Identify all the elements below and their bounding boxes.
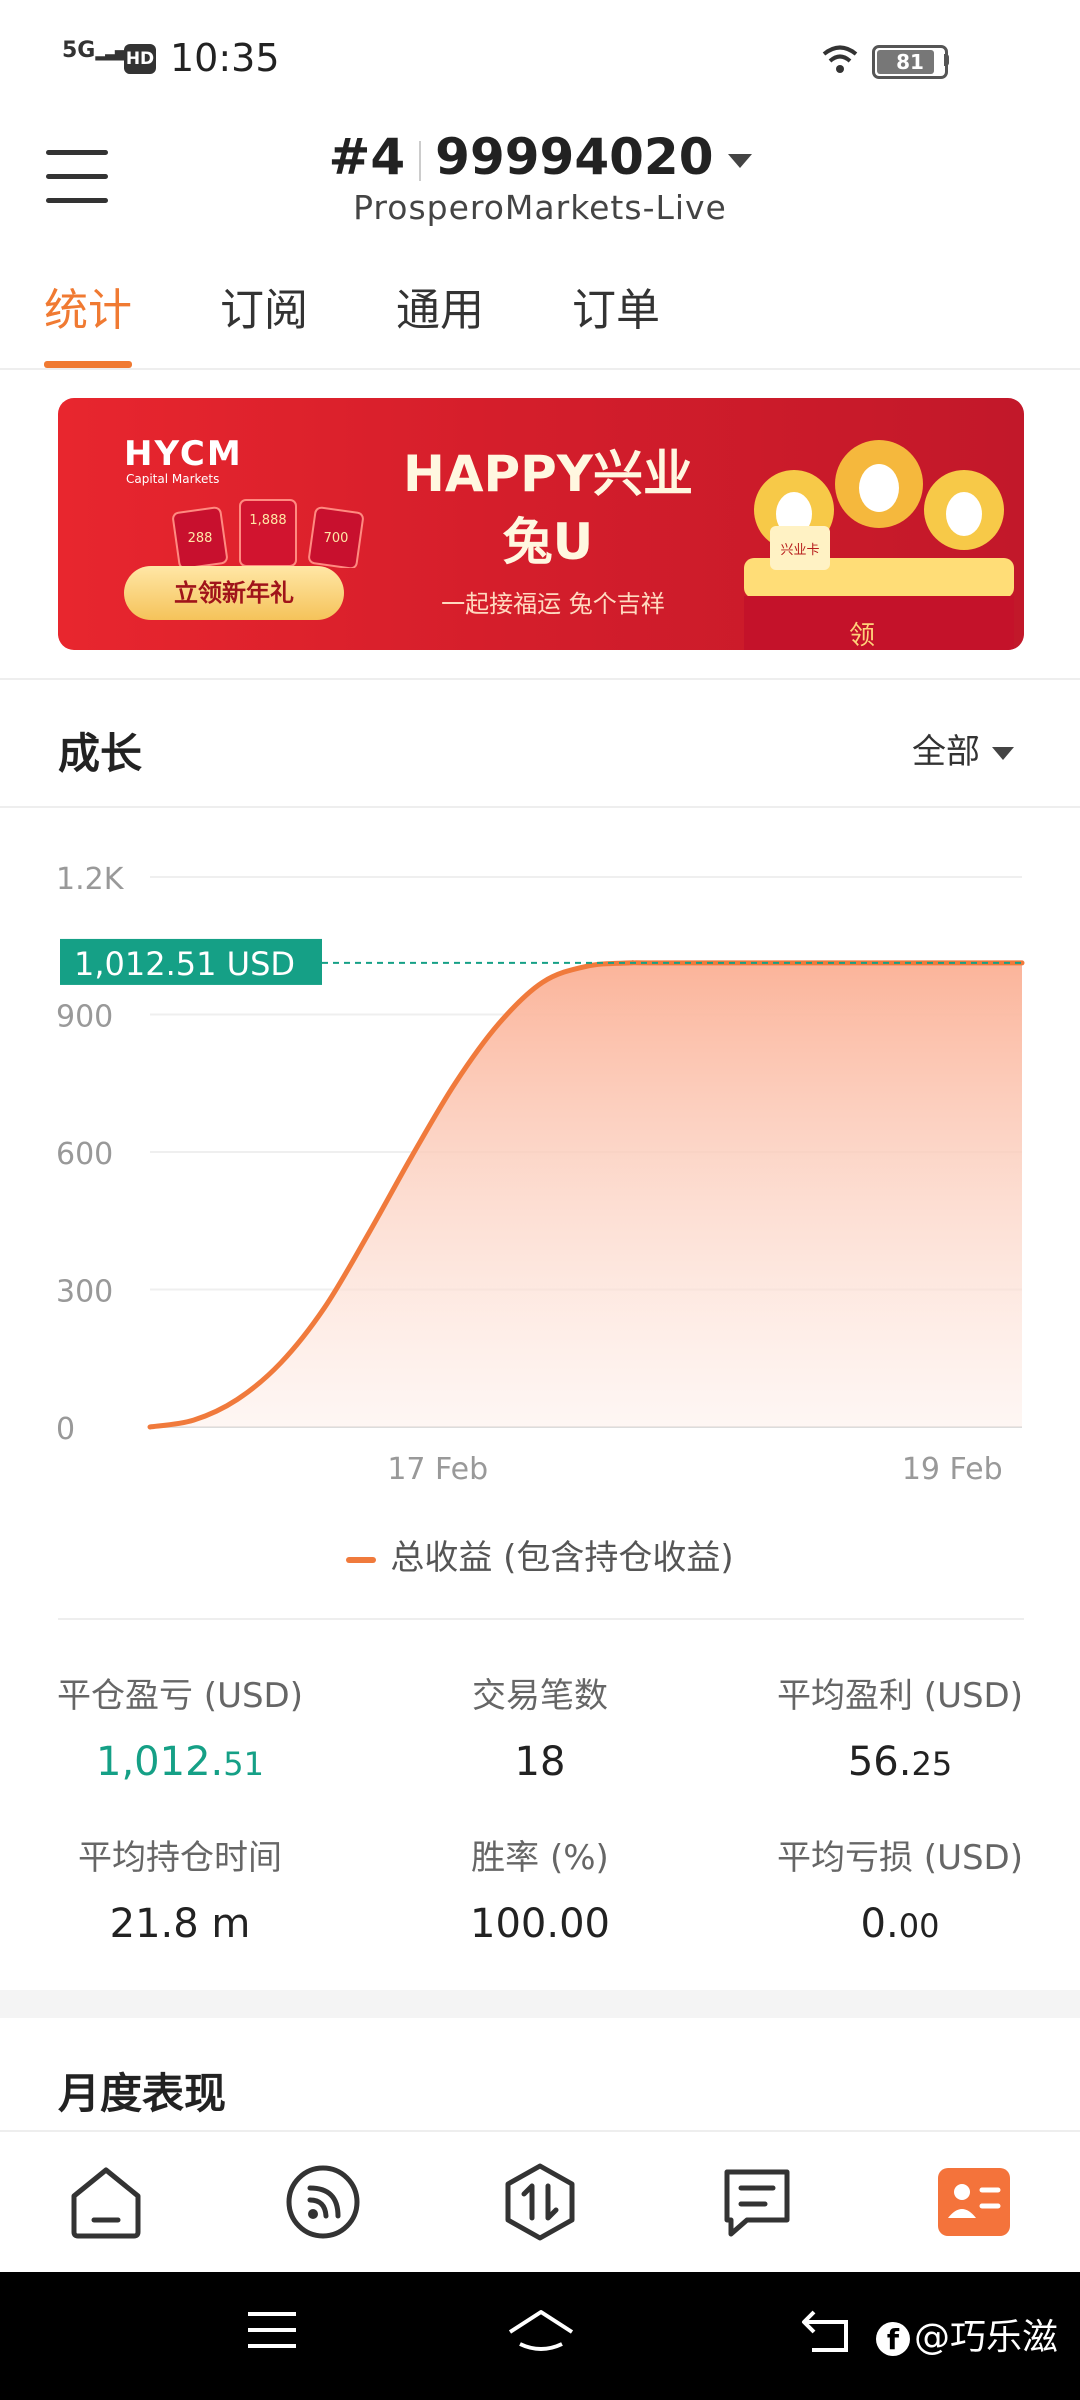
chart-legend: 总收益 (包含持仓收益)	[0, 1530, 1080, 1579]
stat-label: 胜率 (%)	[471, 1838, 609, 1878]
stat-avg-loss: 平均亏损 (USD) 0.00	[720, 1830, 1080, 1947]
facebook-icon: f	[876, 2322, 910, 2356]
red-envelopes-illustration: 288 1,888 700	[172, 499, 364, 568]
banner-title-line2: 兔U	[502, 513, 594, 571]
growth-title: 成长	[58, 729, 143, 778]
stat-value: 1,012.51	[96, 1739, 264, 1785]
account-icon[interactable]	[934, 2162, 1014, 2242]
hd-badge: HD	[124, 44, 156, 74]
gift-box-illustration: 兴业卡 领	[744, 440, 1014, 650]
system-nav-bar: f @巧乐滋	[0, 2272, 1080, 2400]
stat-value: 18	[514, 1739, 566, 1785]
y-tick-label: 600	[56, 1137, 113, 1172]
x-tick-label: 19 Feb	[902, 1452, 1003, 1487]
stat-win-rate: 胜率 (%) 100.00	[360, 1830, 720, 1947]
feed-icon[interactable]	[283, 2162, 363, 2242]
x-tick-label: 17 Feb	[387, 1452, 488, 1487]
signal-icon: 5G▂▃▅	[62, 38, 126, 63]
account-separator	[419, 140, 422, 181]
caret-down-icon	[727, 153, 752, 168]
stat-value: 56.25	[847, 1739, 953, 1785]
bottom-nav	[0, 2130, 1080, 2274]
envelope-value: 700	[324, 531, 349, 546]
recents-icon[interactable]	[244, 2306, 300, 2356]
envelope-value: 1,888	[249, 513, 286, 528]
current-value-label: 1,012.51 USD	[74, 945, 295, 983]
caret-down-icon	[992, 747, 1014, 760]
y-tick-label: 300	[56, 1275, 113, 1310]
envelope-value: 288	[188, 531, 213, 546]
status-time: 10:35	[170, 36, 280, 80]
y-tick-label: 1.2K	[56, 862, 125, 897]
series-area	[150, 962, 1022, 1427]
stat-value: 21.8 m	[109, 1901, 251, 1947]
tab-general[interactable]: 通用	[396, 280, 484, 368]
card-label: 兴业卡	[780, 543, 819, 558]
brand-logo-sub: Capital Markets	[126, 472, 220, 486]
system-home-icon[interactable]	[506, 2306, 576, 2356]
stat-label: 平均盈利 (USD)	[777, 1676, 1023, 1716]
gift-box-text: 领	[849, 621, 875, 650]
tab-label: 通用	[396, 285, 484, 336]
legend-swatch	[346, 1556, 377, 1563]
account-id: 99994020	[435, 128, 714, 186]
divider	[0, 806, 1080, 808]
stat-label: 平均亏损 (USD)	[777, 1838, 1023, 1878]
message-icon[interactable]	[717, 2162, 797, 2242]
stat-avg-profit: 平均盈利 (USD) 56.25	[720, 1668, 1080, 1785]
stat-avg-hold-time: 平均持仓时间 21.8 m	[0, 1830, 360, 1947]
battery-icon: 81	[872, 45, 948, 79]
stat-value: 100.00	[470, 1901, 610, 1947]
y-tick-label: 900	[56, 1000, 113, 1035]
stat-closed-pnl: 平仓盈亏 (USD) 1,012.51	[0, 1668, 360, 1785]
growth-filter-dropdown[interactable]: 全部	[912, 724, 1014, 773]
watermark-text: @巧乐滋	[914, 2317, 1059, 2358]
tab-bar: 统计 订阅 通用 订单	[0, 280, 1080, 370]
account-server: ProsperoMarkets-Live	[353, 188, 727, 227]
tab-label: 订单	[572, 285, 660, 336]
battery-level: 81	[896, 50, 924, 74]
promo-banner[interactable]: HYCM Capital Markets 288 1,888 700 立领新年礼…	[58, 398, 1024, 650]
account-selector[interactable]: #4 99994020 ProsperoMarkets-Live	[0, 128, 1080, 227]
y-tick-label: 0	[56, 1412, 75, 1447]
banner-subtitle: 一起接福运 兔个吉祥	[441, 590, 665, 618]
status-bar: 5G▂▃▅ HD 10:35 81	[0, 0, 1080, 120]
growth-chart: 0 300 600 900 1.2K 17 Feb 19 Feb 1,012.51 USD	[56, 862, 1025, 1487]
divider	[58, 1618, 1024, 1620]
legend-label: 总收益 (包含持仓收益)	[390, 1538, 734, 1578]
tab-subscribe[interactable]: 订阅	[220, 280, 308, 368]
battery-tip	[944, 54, 949, 66]
stat-trade-count: 交易笔数 18	[360, 1668, 720, 1785]
tab-orders[interactable]: 订单	[572, 280, 660, 368]
banner-title-line1: HAPPY兴业	[402, 445, 694, 503]
monthly-performance-title: 月度表现	[58, 2069, 227, 2118]
divider	[0, 678, 1080, 680]
brand-logo: HYCM	[124, 434, 243, 474]
watermark: f @巧乐滋	[876, 2308, 1058, 2360]
back-icon[interactable]	[798, 2306, 854, 2356]
stat-label: 交易笔数	[472, 1676, 608, 1716]
stat-value: 0.00	[860, 1901, 940, 1947]
claim-gift-button[interactable]: 立领新年礼	[124, 566, 344, 620]
filter-label: 全部	[912, 732, 980, 772]
section-gap	[0, 1990, 1080, 2018]
stat-label: 平均持仓时间	[78, 1838, 282, 1878]
tab-active-indicator	[44, 361, 132, 368]
tab-statistics[interactable]: 统计	[44, 280, 132, 368]
home-icon[interactable]	[66, 2162, 146, 2242]
trade-icon[interactable]	[500, 2162, 580, 2242]
tab-label: 订阅	[220, 285, 308, 336]
stat-label: 平仓盈亏 (USD)	[57, 1676, 303, 1716]
tab-label: 统计	[44, 285, 132, 336]
wifi-icon	[822, 45, 858, 73]
account-number: #4	[328, 128, 406, 186]
